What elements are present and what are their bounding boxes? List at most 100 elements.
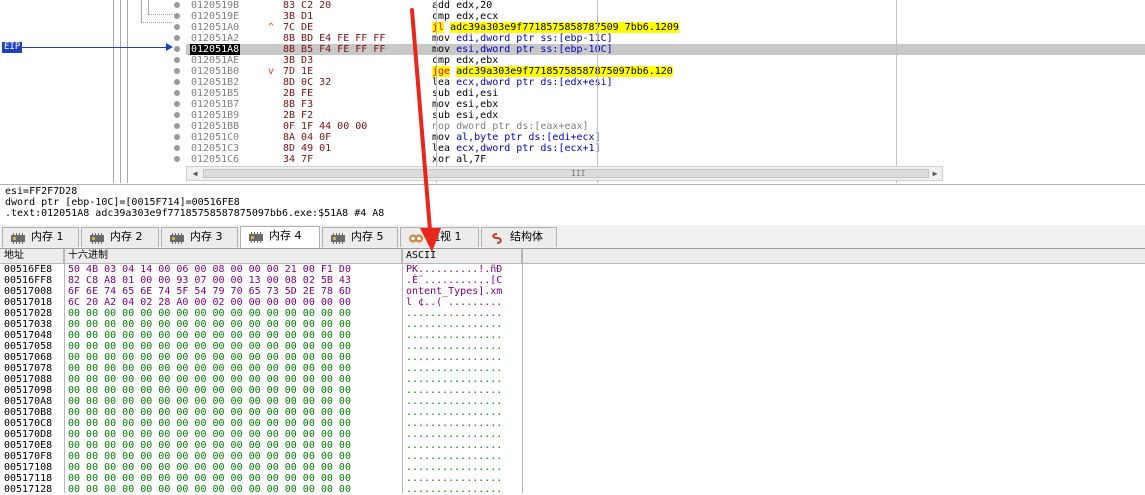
disasm-row[interactable]: 012051B0 v 7D 1E jge adc39a303e9f7718575858… xyxy=(186,66,1145,77)
scroll-left-icon[interactable]: ◀ xyxy=(188,168,202,179)
scroll-thumb[interactable] xyxy=(203,169,929,178)
breakpoint-toggle-icon[interactable] xyxy=(174,13,180,19)
header-address[interactable]: 地址 xyxy=(0,249,64,263)
disasm-row[interactable]: 012051B5 2B FE sub edi,esi xyxy=(186,88,1145,99)
dump-row[interactable]: 00517008 6F 6E 74 65 6E 74 5F 54 79 70 65… xyxy=(0,286,1145,297)
dump-row[interactable]: 005170A8 00 00 00 00 00 00 00 00 00 00 00… xyxy=(0,396,1145,407)
dump-ascii[interactable]: ................ xyxy=(406,396,502,407)
dump-hex-bytes[interactable]: 6C 20 A2 04 02 28 A0 00 02 00 00 00 00 0… xyxy=(68,297,351,308)
dump-row[interactable]: 00517108 00 00 00 00 00 00 00 00 00 00 00… xyxy=(0,462,1145,473)
dump-ascii[interactable]: ................ xyxy=(406,407,502,418)
breakpoint-toggle-icon[interactable] xyxy=(174,46,180,52)
header-ascii[interactable]: ASCII xyxy=(402,249,522,263)
tab-7[interactable]: 结构体 xyxy=(481,227,557,247)
dump-hex-bytes[interactable]: 00 00 00 00 00 00 00 00 00 00 00 00 00 0… xyxy=(68,484,351,495)
dump-hex-bytes[interactable]: 00 00 00 00 00 00 00 00 00 00 00 00 00 0… xyxy=(68,429,351,440)
tab-2[interactable]: 内存 2 xyxy=(81,227,159,247)
dump-row[interactable]: 00517118 00 00 00 00 00 00 00 00 00 00 00… xyxy=(0,473,1145,484)
breakpoint-toggle-icon[interactable] xyxy=(174,57,180,63)
tab-6[interactable]: 监视 1 xyxy=(400,227,479,247)
dump-hex-bytes[interactable]: 00 00 00 00 00 00 00 00 00 00 00 00 00 0… xyxy=(68,363,351,374)
disasm-row[interactable]: 012051C3 8D 49 01 lea ecx,dword ptr ds:[ec… xyxy=(186,143,1145,154)
dump-row[interactable]: 00517068 00 00 00 00 00 00 00 00 00 00 00… xyxy=(0,352,1145,363)
dump-row[interactable]: 00517088 00 00 00 00 00 00 00 00 00 00 00… xyxy=(0,374,1145,385)
dump-hex-bytes[interactable]: 00 00 00 00 00 00 00 00 00 00 00 00 00 0… xyxy=(68,473,351,484)
dump-row[interactable]: 005170B8 00 00 00 00 00 00 00 00 00 00 00… xyxy=(0,407,1145,418)
dump-row[interactable]: 00517048 00 00 00 00 00 00 00 00 00 00 00… xyxy=(0,330,1145,341)
disasm-row[interactable]: 012051A0 ^ 7C DE jl adc39a303e9f77185758587… xyxy=(186,22,1145,33)
dump-hex-bytes[interactable]: 00 00 00 00 00 00 00 00 00 00 00 00 00 0… xyxy=(68,407,351,418)
dump-ascii[interactable]: ................ xyxy=(406,473,502,484)
disasm-row[interactable]: 0120519E 3B D1 cmp edx,ecx xyxy=(186,11,1145,22)
dump-ascii[interactable]: ................ xyxy=(406,429,502,440)
dump-hex-bytes[interactable]: 50 4B 03 04 14 00 06 00 08 00 00 00 21 0… xyxy=(68,264,351,275)
dump-hex-bytes[interactable]: 00 00 00 00 00 00 00 00 00 00 00 00 00 0… xyxy=(68,396,351,407)
dump-hex-bytes[interactable]: 00 00 00 00 00 00 00 00 00 00 00 00 00 0… xyxy=(68,385,351,396)
breakpoint-toggle-icon[interactable] xyxy=(174,79,180,85)
disasm-row[interactable]: 0120519B 83 C2 20 add edx,20 xyxy=(186,0,1145,11)
dump-row[interactable]: 005170E8 00 00 00 00 00 00 00 00 00 00 00… xyxy=(0,440,1145,451)
dump-hex-bytes[interactable]: 6F 6E 74 65 6E 74 5F 54 79 70 65 73 5D 2… xyxy=(68,286,351,297)
dump-ascii[interactable]: ................ xyxy=(406,385,502,396)
disasm-row[interactable]: 012051A2 8B BD E4 FE FF FF mov edi,dword p… xyxy=(186,33,1145,44)
dump-ascii[interactable]: .È¨...........[C xyxy=(406,275,502,286)
dump-hex-bytes[interactable]: 00 00 00 00 00 00 00 00 00 00 00 00 00 0… xyxy=(68,440,351,451)
breakpoint-toggle-icon[interactable] xyxy=(174,101,180,107)
dump-hex-bytes[interactable]: 00 00 00 00 00 00 00 00 00 00 00 00 00 0… xyxy=(68,341,351,352)
dump-ascii[interactable]: ................ xyxy=(406,352,502,363)
dump-ascii[interactable]: ................ xyxy=(406,484,502,495)
tab-5[interactable]: 内存 5 xyxy=(322,227,398,247)
breakpoint-toggle-icon[interactable] xyxy=(174,156,180,162)
dump-hex-bytes[interactable]: 00 00 00 00 00 00 00 00 00 00 00 00 00 0… xyxy=(68,418,351,429)
dump-hex-bytes[interactable]: 00 00 00 00 00 00 00 00 00 00 00 00 00 0… xyxy=(68,352,351,363)
dump-row[interactable]: 00517018 6C 20 A2 04 02 28 A0 00 02 00 00… xyxy=(0,297,1145,308)
dump-hex-bytes[interactable]: 00 00 00 00 00 00 00 00 00 00 00 00 00 0… xyxy=(68,451,351,462)
scroll-right-icon[interactable]: ▶ xyxy=(928,168,942,179)
breakpoint-toggle-icon[interactable] xyxy=(174,68,180,74)
dump-hex-bytes[interactable]: 00 00 00 00 00 00 00 00 00 00 00 00 00 0… xyxy=(68,319,351,330)
dump-hex-bytes[interactable]: 00 00 00 00 00 00 00 00 00 00 00 00 00 0… xyxy=(68,330,351,341)
header-hex[interactable]: 十六进制 xyxy=(64,249,402,263)
dump-ascii[interactable]: ................ xyxy=(406,451,502,462)
disasm-row[interactable]: 012051B7 8B F3 mov esi,ebx xyxy=(186,99,1145,110)
dump-hex-bytes[interactable]: 00 00 00 00 00 00 00 00 00 00 00 00 00 0… xyxy=(68,462,351,473)
dump-ascii[interactable]: ................ xyxy=(406,440,502,451)
tab-4[interactable]: 内存 4 xyxy=(240,226,320,248)
dump-ascii[interactable]: ................ xyxy=(406,330,502,341)
dump-row[interactable]: 00516FE8 50 4B 03 04 14 00 06 00 08 00 00… xyxy=(0,264,1145,275)
dump-ascii[interactable]: PK..........!.ñÐ xyxy=(406,264,502,275)
dump-row[interactable]: 00517028 00 00 00 00 00 00 00 00 00 00 00… xyxy=(0,308,1145,319)
tab-1[interactable]: 内存 1 xyxy=(2,227,79,247)
dump-ascii[interactable]: ontent_Types].xm xyxy=(406,286,502,297)
tab-3[interactable]: 内存 3 xyxy=(161,227,238,247)
memory-dump[interactable]: 地址 十六进制 ASCII 00516FE8 50 4B 03 04 14 00 … xyxy=(0,249,1145,495)
disasm-row[interactable]: 012051B9 2B F2 sub esi,edx xyxy=(186,110,1145,121)
disasm-row[interactable]: 012051B2 8D 0C 32 lea ecx,dword ptr ds:[ed… xyxy=(186,77,1145,88)
breakpoint-toggle-icon[interactable] xyxy=(174,35,180,41)
dump-row[interactable]: 00516FF8 82 C8 A8 01 00 00 93 07 00 00 13… xyxy=(0,275,1145,286)
dump-ascii[interactable]: ................ xyxy=(406,374,502,385)
disassembly-pane[interactable]: EIP 0120519B 83 C2 20 add edx,20 0120519E 3B… xyxy=(0,0,1145,183)
dump-row[interactable]: 005170D8 00 00 00 00 00 00 00 00 00 00 00… xyxy=(0,429,1145,440)
dump-row[interactable]: 005170C8 00 00 00 00 00 00 00 00 00 00 00… xyxy=(0,418,1145,429)
breakpoint-toggle-icon[interactable] xyxy=(174,123,180,129)
breakpoint-toggle-icon[interactable] xyxy=(174,2,180,8)
breakpoint-toggle-icon[interactable] xyxy=(174,145,180,151)
breakpoint-toggle-icon[interactable] xyxy=(174,24,180,30)
dump-hex-bytes[interactable]: 00 00 00 00 00 00 00 00 00 00 00 00 00 0… xyxy=(68,374,351,385)
disasm-row[interactable]: 012051C0 8A 04 0F mov al,byte ptr ds:[edi+… xyxy=(186,132,1145,143)
dump-ascii[interactable]: ................ xyxy=(406,462,502,473)
dump-row[interactable]: 00517128 00 00 00 00 00 00 00 00 00 00 00… xyxy=(0,484,1145,495)
dump-ascii[interactable]: ................ xyxy=(406,363,502,374)
disasm-row[interactable]: 012051AE 3B D3 cmp edx,ebx xyxy=(186,55,1145,66)
dump-hex-bytes[interactable]: 00 00 00 00 00 00 00 00 00 00 00 00 00 0… xyxy=(68,308,351,319)
dump-ascii[interactable]: ................ xyxy=(406,319,502,330)
dump-hex-bytes[interactable]: 82 C8 A8 01 00 00 93 07 00 00 13 00 08 0… xyxy=(68,275,351,286)
dump-row[interactable]: 00517078 00 00 00 00 00 00 00 00 00 00 00… xyxy=(0,363,1145,374)
dump-ascii[interactable]: ................ xyxy=(406,308,502,319)
dump-row[interactable]: 00517058 00 00 00 00 00 00 00 00 00 00 00… xyxy=(0,341,1145,352)
breakpoint-toggle-icon[interactable] xyxy=(174,90,180,96)
dump-ascii[interactable]: ................ xyxy=(406,418,502,429)
dump-row[interactable]: 00517098 00 00 00 00 00 00 00 00 00 00 00… xyxy=(0,385,1145,396)
disasm-row[interactable]: 012051BB 0F 1F 44 00 00 nop dword ptr ds:[… xyxy=(186,121,1145,132)
